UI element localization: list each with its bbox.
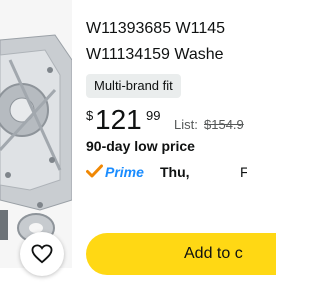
product-image-drawing bbox=[0, 0, 72, 268]
checkmark-icon bbox=[86, 164, 103, 178]
list-price-label: List: bbox=[174, 117, 198, 132]
product-image[interactable] bbox=[0, 0, 72, 268]
price-currency-symbol: $ bbox=[86, 108, 94, 123]
price-fraction: 99 bbox=[146, 108, 161, 123]
price-whole: 121 bbox=[95, 104, 142, 135]
favorite-button[interactable] bbox=[20, 232, 64, 276]
delivery-day: Thu, bbox=[160, 164, 190, 180]
product-title[interactable]: W11393685 W1145 W11134159 Washe bbox=[86, 16, 247, 68]
delivery-extra: F bbox=[240, 164, 247, 180]
price-row: $ 121 99 List: $154.9 bbox=[86, 104, 247, 138]
product-title-line-1: W11393685 W1145 bbox=[86, 20, 226, 37]
heart-icon bbox=[31, 244, 53, 264]
prime-label: Prime bbox=[105, 164, 144, 180]
product-title-line-2: W11134159 Washe bbox=[86, 46, 224, 63]
prime-delivery-row: Prime Thu, F bbox=[86, 162, 247, 184]
deal-label: 90-day low price bbox=[86, 138, 195, 154]
add-to-cart-button[interactable]: Add to c bbox=[86, 233, 276, 275]
list-price-value: $154.9 bbox=[204, 117, 244, 132]
multi-brand-badge: Multi-brand fit bbox=[86, 74, 181, 98]
